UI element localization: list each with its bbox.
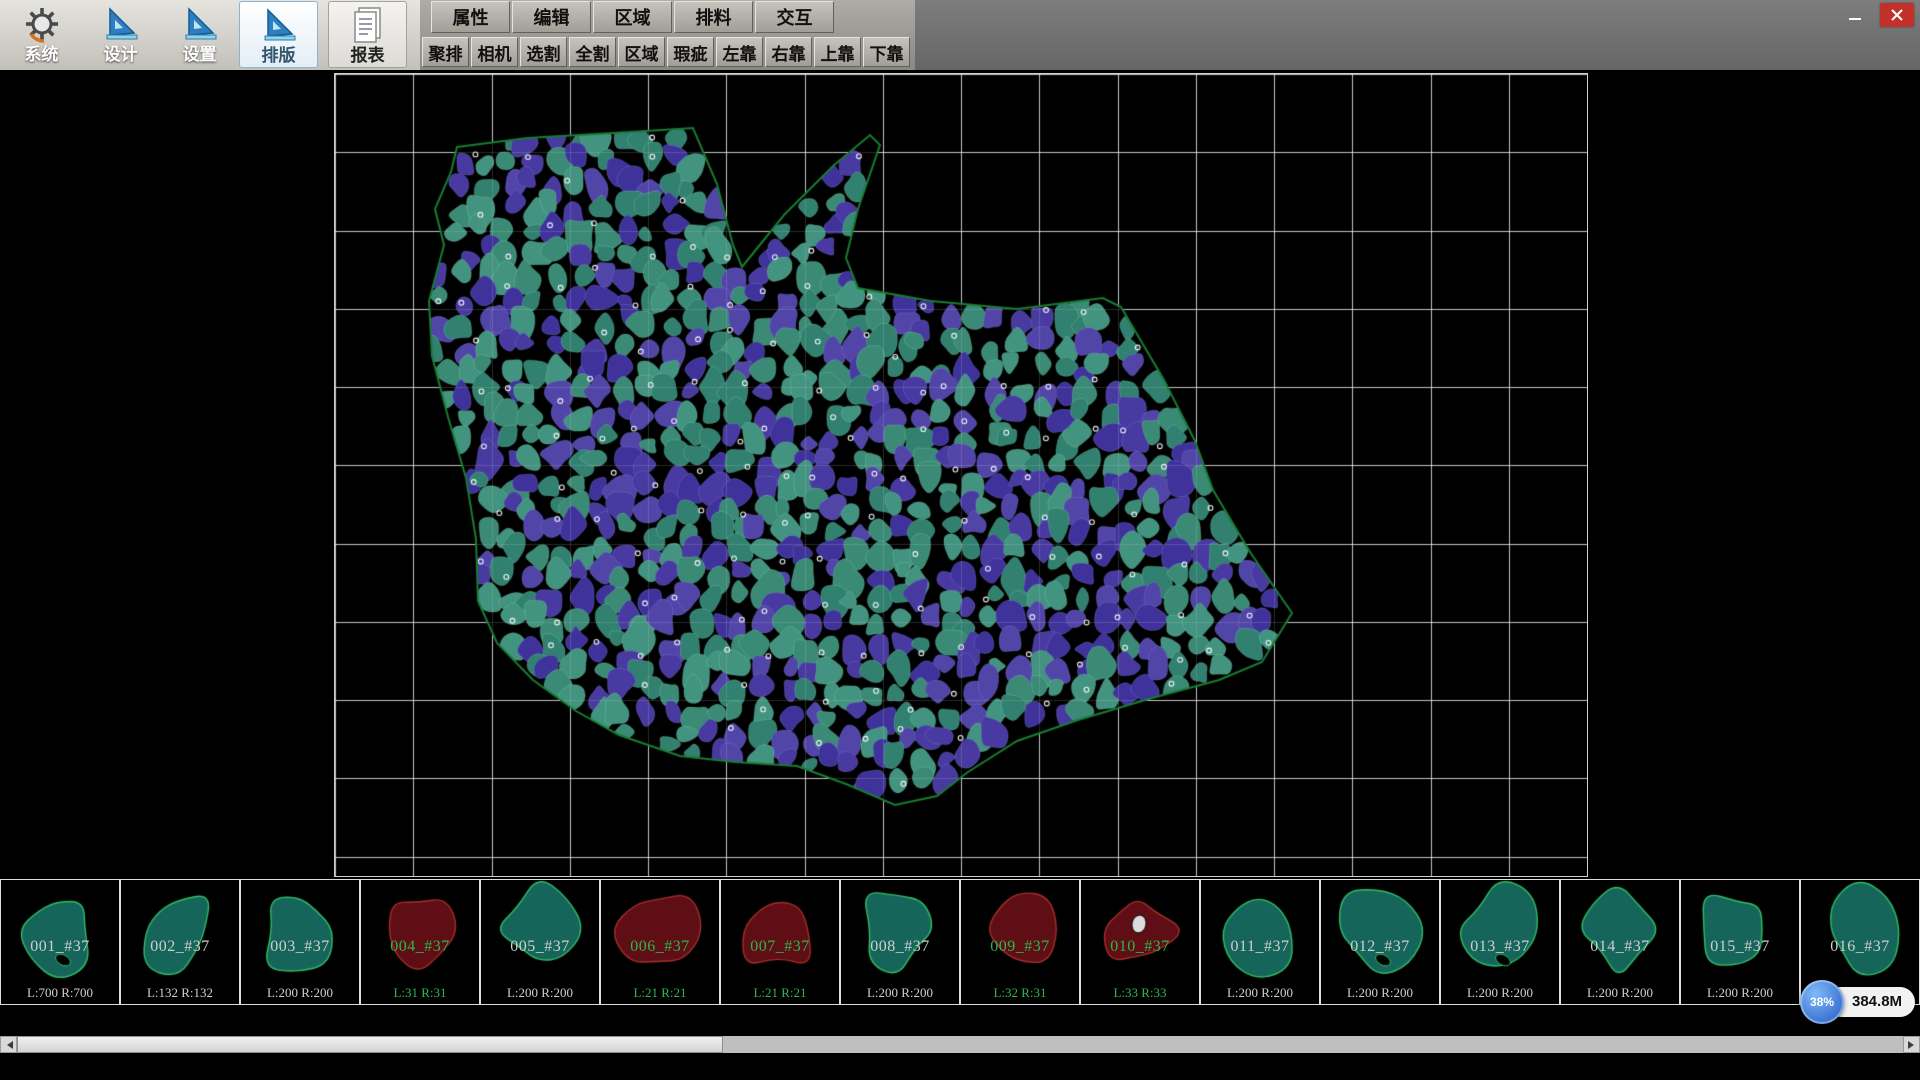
piece-name: 012_#37: [1321, 938, 1439, 956]
piece-name: 002_#37: [121, 938, 239, 956]
scrollbar-thumb[interactable]: [17, 1036, 723, 1053]
nav-layout-button[interactable]: 排版: [239, 1, 318, 68]
nav-settings-button[interactable]: 设置: [160, 1, 239, 68]
menu-tab-edit[interactable]: 编辑: [512, 1, 591, 33]
nav-system-button[interactable]: 系统: [2, 1, 81, 68]
piece-name: 004_#37: [361, 938, 479, 956]
tool-select-cut-button[interactable]: 选割: [520, 37, 567, 67]
menu-tab-attributes[interactable]: 属性: [431, 1, 510, 33]
nav-button-label: 系统: [25, 45, 59, 65]
tool-snap-left-button[interactable]: 左靠: [716, 37, 763, 67]
piece-counts: L:21 R:21: [721, 985, 839, 1001]
nav-button-label: 设置: [183, 45, 217, 65]
gear-icon: [22, 3, 62, 45]
ruler-icon: [180, 3, 220, 45]
piece-thumbnail[interactable]: 011_#37 L:200 R:200: [1200, 879, 1320, 1005]
piece-name: 007_#37: [721, 938, 839, 956]
piece-counts: L:21 R:21: [601, 985, 719, 1001]
top-toolbar: 系统设计设置排版报表 属性编辑区域排料交互 聚排相机选割全割区域瑕疵左靠右靠上靠…: [0, 0, 1920, 70]
nav-button-label: 报表: [351, 46, 385, 66]
piece-counts: L:200 R:200: [1201, 985, 1319, 1001]
piece-counts: L:200 R:200: [481, 985, 599, 1001]
piece-thumbnail[interactable]: 013_#37 L:200 R:200: [1440, 879, 1560, 1005]
piece-name: 001_#37: [1, 938, 119, 956]
application-window: 系统设计设置排版报表 属性编辑区域排料交互 聚排相机选割全割区域瑕疵左靠右靠上靠…: [0, 0, 1920, 1080]
progress-badge: 38%: [1800, 980, 1844, 1024]
piece-name: 016_#37: [1801, 938, 1919, 956]
piece-thumbnail[interactable]: 003_#37 L:200 R:200: [240, 879, 360, 1005]
piece-thumbnail[interactable]: 010_#37 L:33 R:33: [1080, 879, 1200, 1005]
left-arrow-icon: [3, 1041, 13, 1049]
menu-tab-region[interactable]: 区域: [593, 1, 672, 33]
piece-counts: L:200 R:200: [841, 985, 959, 1001]
piece-thumbnail[interactable]: 008_#37 L:200 R:200: [840, 879, 960, 1005]
piece-thumbnail[interactable]: 014_#37 L:200 R:200: [1560, 879, 1680, 1005]
progress-value: 38%: [1810, 995, 1834, 1009]
tool-buttons: 聚排相机选割全割区域瑕疵左靠右靠上靠下靠: [422, 37, 910, 67]
big-buttons: 系统 设计 设置 排版 报表: [2, 1, 407, 68]
piece-counts: L:200 R:200: [1561, 985, 1679, 1001]
piece-name: 005_#37: [481, 938, 599, 956]
piece-counts: L:32 R:31: [961, 985, 1079, 1001]
piece-name: 014_#37: [1561, 938, 1679, 956]
toolbar-background: [915, 0, 1920, 70]
tool-cut-all-button[interactable]: 全割: [569, 37, 616, 67]
menu-tab-nesting[interactable]: 排料: [674, 1, 753, 33]
piece-thumbnail[interactable]: 002_#37 L:132 R:132: [120, 879, 240, 1005]
piece-name: 013_#37: [1441, 938, 1559, 956]
ruler-icon: [259, 4, 299, 46]
tool-region-button[interactable]: 区域: [618, 37, 665, 67]
tool-snap-bottom-button[interactable]: 下靠: [863, 37, 910, 67]
piece-counts: L:132 R:132: [121, 985, 239, 1001]
scroll-right-button[interactable]: [1903, 1036, 1920, 1053]
piece-thumbnail[interactable]: 009_#37 L:32 R:31: [960, 879, 1080, 1005]
tool-snap-top-button[interactable]: 上靠: [814, 37, 861, 67]
minimize-button[interactable]: [1838, 3, 1872, 27]
close-icon: [1890, 8, 1904, 22]
piece-name: 010_#37: [1081, 938, 1199, 956]
piece-counts: L:200 R:200: [1681, 985, 1799, 1001]
nav-design-button[interactable]: 设计: [81, 1, 160, 68]
nav-button-label: 设计: [104, 45, 138, 65]
right-arrow-icon: [1908, 1041, 1918, 1049]
report-icon: [348, 4, 388, 46]
piece-thumbnail[interactable]: 001_#37 L:700 R:700: [0, 879, 120, 1005]
piece-name: 008_#37: [841, 938, 959, 956]
pieces-strip: 001_#37L:700 R:700002_#37L:132 R:132003_…: [0, 879, 1920, 1005]
tool-defect-button[interactable]: 瑕疵: [667, 37, 714, 67]
minimize-icon: [1848, 8, 1862, 22]
window-controls: [1838, 3, 1914, 27]
nav-report-button[interactable]: 报表: [328, 1, 407, 68]
menu-tab-interaction[interactable]: 交互: [755, 1, 834, 33]
menu-tabs: 属性编辑区域排料交互: [431, 1, 834, 33]
piece-name: 006_#37: [601, 938, 719, 956]
tool-cluster-nest-button[interactable]: 聚排: [422, 37, 469, 67]
piece-name: 009_#37: [961, 938, 1079, 956]
piece-thumbnail[interactable]: 015_#37 L:200 R:200: [1680, 879, 1800, 1005]
piece-thumbnail[interactable]: 012_#37 L:200 R:200: [1320, 879, 1440, 1005]
piece-thumbnail[interactable]: 007_#37 L:21 R:21: [720, 879, 840, 1005]
nesting-canvas[interactable]: [334, 73, 1588, 877]
nav-button-label: 排版: [262, 46, 296, 66]
piece-counts: L:200 R:200: [241, 985, 359, 1001]
piece-thumbnail[interactable]: 006_#37 L:21 R:21: [600, 879, 720, 1005]
piece-counts: L:700 R:700: [1, 985, 119, 1001]
scroll-left-button[interactable]: [0, 1036, 17, 1053]
work-area: [0, 70, 1920, 879]
piece-counts: L:33 R:33: [1081, 985, 1199, 1001]
piece-counts: L:200 R:200: [1441, 985, 1559, 1001]
piece-thumbnail[interactable]: 004_#37 L:31 R:31: [360, 879, 480, 1005]
ruler-icon: [101, 3, 141, 45]
tool-snap-right-button[interactable]: 右靠: [765, 37, 812, 67]
tool-camera-button[interactable]: 相机: [471, 37, 518, 67]
piece-name: 011_#37: [1201, 938, 1319, 956]
piece-counts: L:31 R:31: [361, 985, 479, 1001]
horizontal-scrollbar[interactable]: [0, 1036, 1920, 1053]
piece-name: 003_#37: [241, 938, 359, 956]
close-button[interactable]: [1880, 3, 1914, 27]
status-indicator: 384.8M 38%: [1800, 980, 1920, 1026]
piece-name: 015_#37: [1681, 938, 1799, 956]
piece-counts: L:200 R:200: [1321, 985, 1439, 1001]
piece-thumbnail[interactable]: 005_#37 L:200 R:200: [480, 879, 600, 1005]
